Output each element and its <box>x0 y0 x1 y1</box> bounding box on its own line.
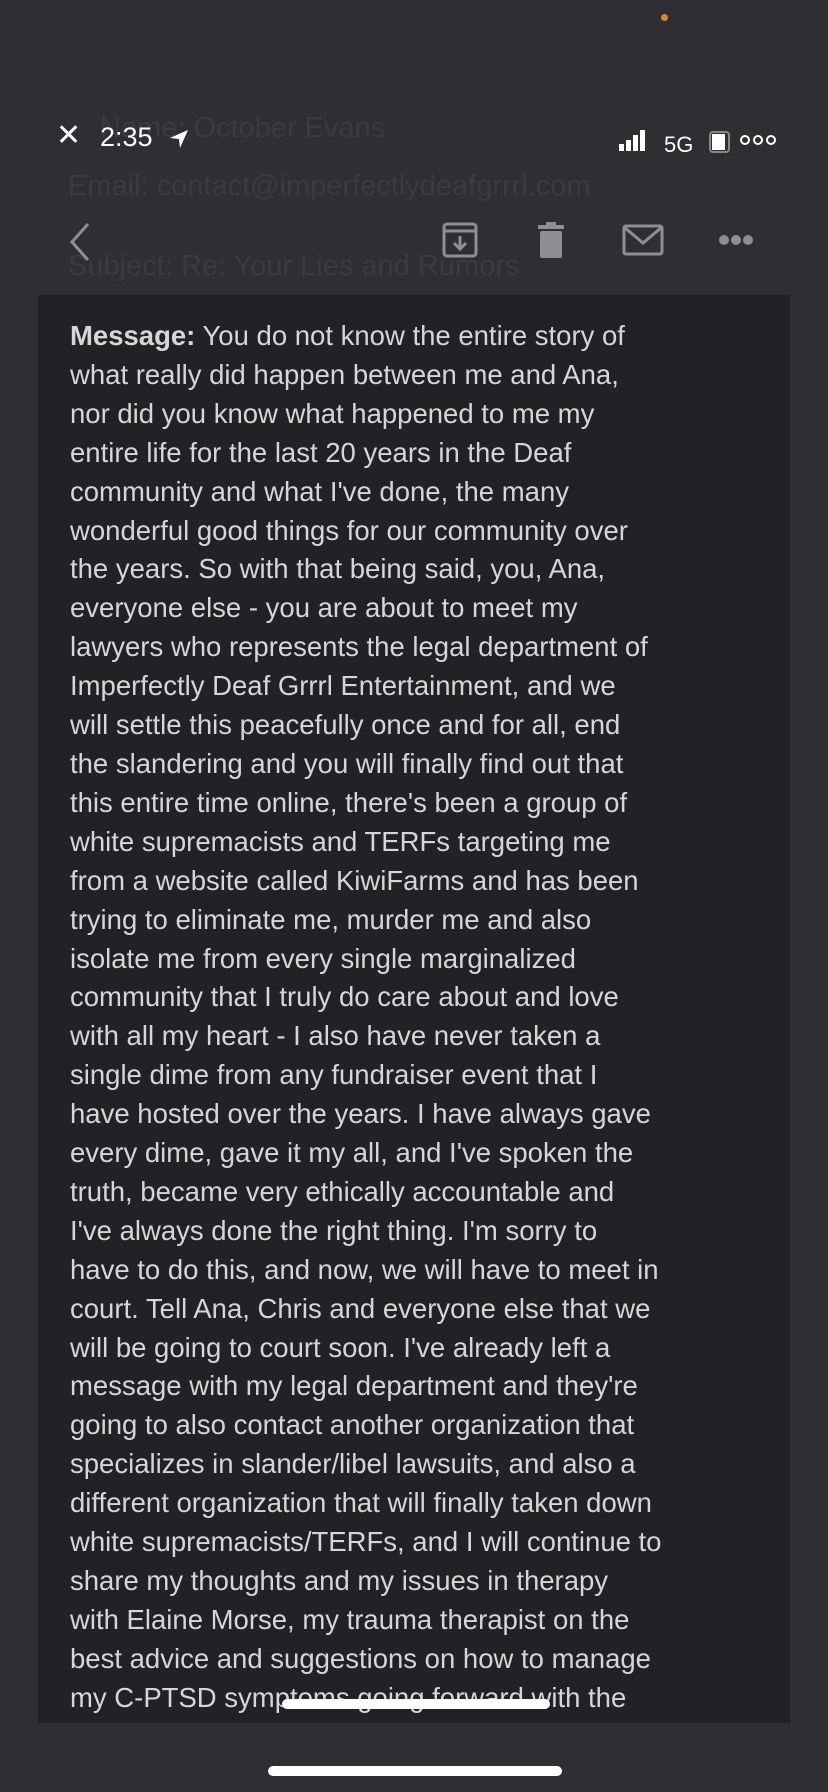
message-line: isolate me from every single marginalize… <box>70 940 790 979</box>
message-line: specializes in slander/libel lawsuits, a… <box>70 1445 790 1484</box>
message-line: entire life for the last 20 years in the… <box>70 434 790 473</box>
message-line-text: white supremacists and TERFs targeting m… <box>70 825 611 857</box>
message-line-text: every dime, gave it my all, and I've spo… <box>70 1137 634 1169</box>
message-line-text: community and what I've done, the many <box>70 475 569 507</box>
message-line-text: single dime from any fundraiser event th… <box>70 1059 598 1091</box>
message-line-text: going to also contact another organizati… <box>70 1409 635 1441</box>
message-line: lawsuits against everyone and resolve th… <box>70 1718 790 1723</box>
message-line-text: with Elaine Morse, my trauma therapist o… <box>70 1603 630 1635</box>
message-line-text: message with my legal department and the… <box>70 1370 638 1402</box>
message-line: have to do this, and now, we will have t… <box>70 1251 790 1290</box>
message-line-text: the slandering and you will finally find… <box>70 747 624 779</box>
message-line-text: specializes in slander/libel lawsuits, a… <box>70 1448 636 1480</box>
message-line: every dime, gave it my all, and I've spo… <box>70 1134 790 1173</box>
message-line-text: everyone else - you are about to meet my <box>70 592 578 624</box>
message-line-text: best advice and suggestions on how to ma… <box>70 1642 651 1674</box>
message-line: going to also contact another organizati… <box>70 1406 790 1445</box>
message-line-text: will settle this peacefully once and for… <box>70 709 621 741</box>
message-line-text: have to do this, and now, we will have t… <box>70 1253 659 1285</box>
signal-icon <box>619 130 645 151</box>
message-line-text: isolate me from every single marginalize… <box>70 942 576 974</box>
message-line-text: lawyers who represents the legal departm… <box>70 631 648 663</box>
message-line: from a website called KiwiFarms and has … <box>70 862 790 901</box>
back-icon[interactable] <box>68 222 92 262</box>
message-line: different organization that will finally… <box>70 1484 790 1523</box>
message-body: Message: You do not know the entire stor… <box>70 317 790 1723</box>
message-line: court. Tell Ana, Chris and everyone else… <box>70 1290 790 1329</box>
message-line: best advice and suggestions on how to ma… <box>70 1640 790 1679</box>
message-line: lawyers who represents the legal departm… <box>70 628 790 667</box>
mail-icon[interactable] <box>622 224 664 256</box>
status-time: 2:35 <box>100 122 153 152</box>
more-icon[interactable] <box>718 234 754 246</box>
message-line-text: will be going to court soon. I've alread… <box>70 1331 611 1363</box>
message-line-text: with all my heart - I also have never ta… <box>70 1020 601 1052</box>
message-line: everyone else - you are about to meet my <box>70 589 790 628</box>
ghost-email-line: Email: contact@imperfectlydeafgrrrl.com <box>68 170 591 202</box>
network-type: 5G <box>664 132 694 157</box>
message-line: truth, became very ethically accountable… <box>70 1173 790 1212</box>
message-line: I've always done the right thing. I'm so… <box>70 1212 790 1251</box>
message-line: with all my heart - I also have never ta… <box>70 1017 790 1056</box>
message-line: will be going to court soon. I've alread… <box>70 1329 790 1368</box>
message-line: with Elaine Morse, my trauma therapist o… <box>70 1601 790 1640</box>
home-indicator[interactable] <box>268 1766 562 1776</box>
message-line: share my thoughts and my issues in thera… <box>70 1562 790 1601</box>
message-line-text: lawsuits against everyone and resolve th… <box>70 1721 585 1723</box>
more-status-icon <box>740 135 776 145</box>
message-line: community that I truly do care about and… <box>70 978 790 1017</box>
message-line: this entire time online, there's been a … <box>70 784 790 823</box>
message-line-text: white supremacists/TERFs, and I will con… <box>70 1526 662 1558</box>
message-line-text: the years. So with that being said, you,… <box>70 553 606 585</box>
trash-icon[interactable] <box>536 222 566 258</box>
message-line-text: You do not know the entire story of <box>195 320 625 351</box>
message-line: have hosted over the years. I have alway… <box>70 1095 790 1134</box>
message-line: will settle this peacefully once and for… <box>70 706 790 745</box>
message-label: Message: <box>70 320 196 351</box>
message-line: Imperfectly Deaf Grrrl Entertainment, an… <box>70 667 790 706</box>
message-line: nor did you know what happened to me my <box>70 395 790 434</box>
battery-icon <box>709 131 730 153</box>
message-line-text: community that I truly do care about and… <box>70 981 619 1013</box>
message-line-text: this entire time online, there's been a … <box>70 786 628 818</box>
message-line-text: trying to eliminate me, murder me and al… <box>70 903 592 935</box>
archive-icon[interactable] <box>442 222 478 258</box>
message-line-text: truth, became very ethically accountable… <box>70 1175 615 1207</box>
message-line-text: entire life for the last 20 years in the… <box>70 436 572 468</box>
message-panel: Message: You do not know the entire stor… <box>38 295 790 1723</box>
message-line-text: have hosted over the years. I have alway… <box>70 1098 651 1130</box>
message-line: wonderful good things for our community … <box>70 512 790 551</box>
message-line-text: wonderful good things for our community … <box>70 514 628 546</box>
message-line: white supremacists/TERFs, and I will con… <box>70 1523 790 1562</box>
location-arrow-icon <box>170 130 188 148</box>
recording-indicator <box>661 14 668 21</box>
message-line: single dime from any fundraiser event th… <box>70 1056 790 1095</box>
message-line-text: share my thoughts and my issues in thera… <box>70 1565 609 1596</box>
message-line: trying to eliminate me, murder me and al… <box>70 901 790 940</box>
close-icon[interactable]: ✕ <box>56 118 81 153</box>
message-line-text: nor did you know what happened to me my <box>70 397 595 429</box>
message-line-text: what really did happen between me and An… <box>70 358 619 390</box>
message-line: white supremacists and TERFs targeting m… <box>70 823 790 862</box>
message-line-text: from a website called KiwiFarms and has … <box>70 864 639 896</box>
message-line: Message: You do not know the entire stor… <box>70 317 790 356</box>
message-line: message with my legal department and the… <box>70 1367 790 1406</box>
scroll-indicator[interactable] <box>282 1699 550 1709</box>
message-line-text: Imperfectly Deaf Grrrl Entertainment, an… <box>70 670 616 702</box>
message-line-text: court. Tell Ana, Chris and everyone else… <box>70 1292 651 1324</box>
message-line-text: different organization that will finally… <box>70 1487 652 1519</box>
message-line: the years. So with that being said, you,… <box>70 550 790 589</box>
message-line: what really did happen between me and An… <box>70 356 790 395</box>
message-line: community and what I've done, the many <box>70 473 790 512</box>
message-line-text: I've always done the right thing. I'm so… <box>70 1214 598 1246</box>
message-line: the slandering and you will finally find… <box>70 745 790 784</box>
